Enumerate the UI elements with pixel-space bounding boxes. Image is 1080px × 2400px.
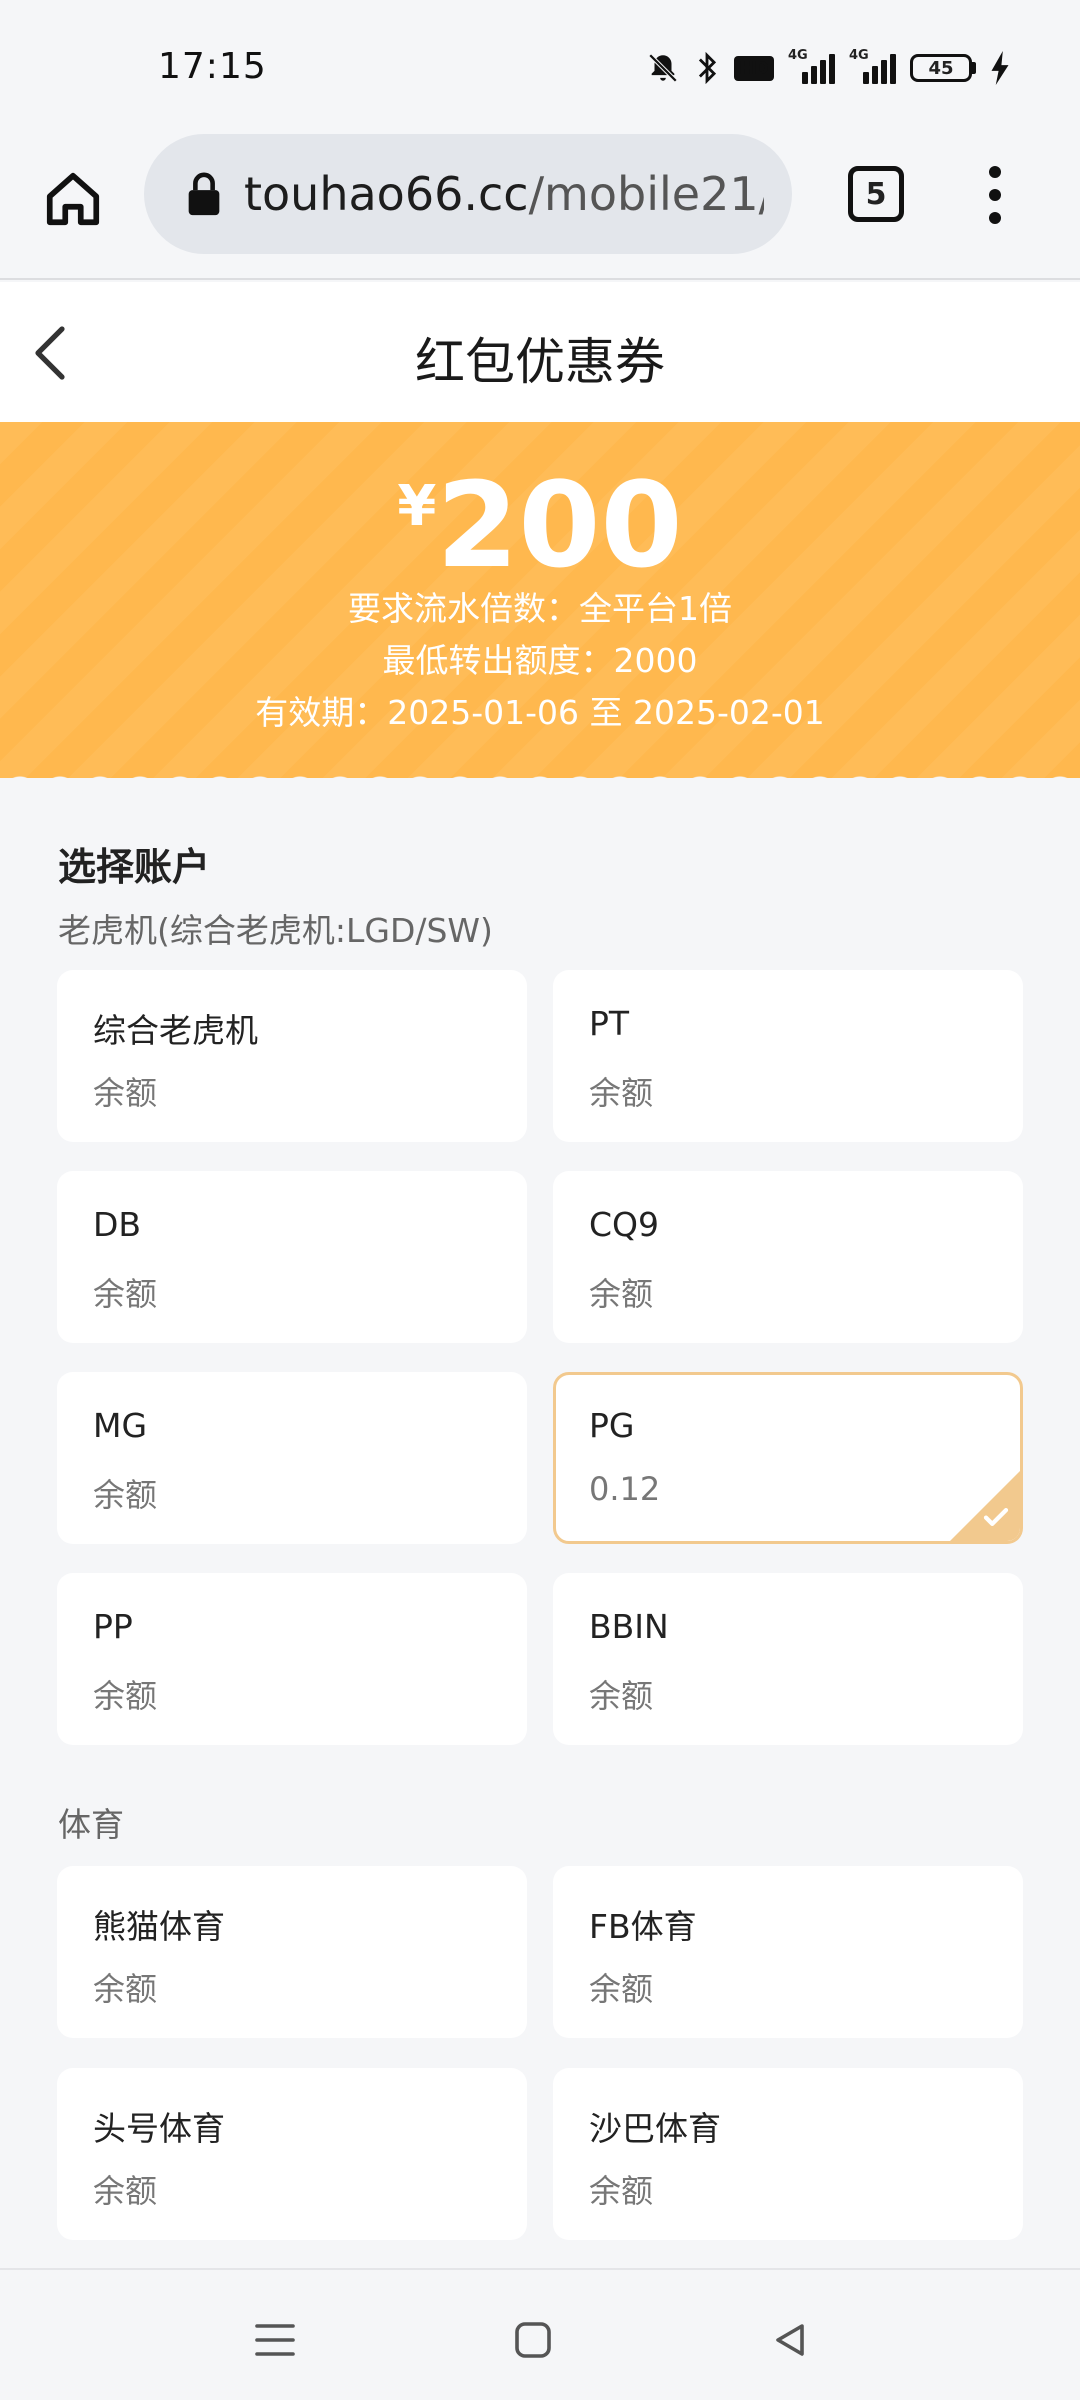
- account-card[interactable]: 熊猫体育 余额: [57, 1866, 527, 2038]
- group-label-sports: 体育: [58, 1805, 124, 1844]
- account-card[interactable]: FB体育 余额: [553, 1866, 1023, 2038]
- account-card[interactable]: 综合老虎机 余额: [57, 970, 527, 1142]
- account-name: 熊猫体育: [93, 1907, 225, 1946]
- status-bar: 17:15 HD 4G 4G 45: [0, 0, 1080, 132]
- account-name: CQ9: [589, 1205, 660, 1244]
- tab-switcher-button[interactable]: 5: [848, 166, 904, 222]
- browser-toolbar: touhao66.cc/mobile21/p 5: [0, 132, 1080, 280]
- home-icon[interactable]: [38, 164, 108, 234]
- more-menu-icon[interactable]: [975, 160, 1015, 230]
- account-name: 综合老虎机: [93, 1011, 258, 1050]
- coupon-scallop-edge: [0, 764, 1080, 794]
- wager-requirement: 要求流水倍数：全平台1倍: [348, 589, 732, 628]
- menu-icon[interactable]: [245, 2310, 305, 2370]
- group-label-slots: 老虎机(综合老虎机:LGD/SW): [58, 911, 493, 950]
- account-card[interactable]: BBIN 余额: [553, 1573, 1023, 1745]
- bluetooth-icon: [694, 51, 720, 85]
- account-balance: 余额: [93, 1970, 158, 2008]
- home-square-icon[interactable]: [503, 2310, 563, 2370]
- account-card[interactable]: CQ9 余额: [553, 1171, 1023, 1343]
- address-bar[interactable]: touhao66.cc/mobile21/p: [144, 134, 792, 254]
- url-path: /mobile21/p: [528, 167, 764, 221]
- account-name: 头号体育: [93, 2109, 225, 2148]
- account-balance: 余额: [93, 1476, 158, 1514]
- section-title: 选择账户: [58, 845, 211, 889]
- account-balance: 余额: [93, 1677, 158, 1715]
- url-text: touhao66.cc/mobile21/p: [244, 167, 764, 221]
- battery-icon: 45: [910, 54, 976, 82]
- coupon-banner: ¥200 要求流水倍数：全平台1倍 最低转出额度：2000 有效期：2025-0…: [0, 422, 1080, 778]
- account-name: 沙巴体育: [589, 2109, 721, 2148]
- account-balance: 余额: [93, 1074, 158, 1112]
- coupon-value: 200: [436, 456, 683, 594]
- system-nav-bar: [0, 2268, 1080, 2400]
- battery-level: 45: [910, 54, 972, 82]
- account-name: BBIN: [589, 1607, 669, 1646]
- coupon-amount: ¥200: [0, 466, 1080, 584]
- checkmark-icon: [980, 1501, 1012, 1533]
- signal-tag: 4G: [788, 48, 808, 63]
- account-card[interactable]: PT 余额: [553, 970, 1023, 1142]
- account-balance: 余额: [93, 2172, 158, 2210]
- page-header: 红包优惠券: [0, 282, 1080, 422]
- account-balance: 余额: [589, 1677, 654, 1715]
- account-card[interactable]: PP 余额: [57, 1573, 527, 1745]
- signal-tag: 4G: [849, 48, 869, 63]
- lock-icon: [184, 169, 224, 219]
- signal-icon: 4G: [788, 48, 835, 84]
- account-name: PP: [93, 1607, 133, 1646]
- back-triangle-icon[interactable]: [760, 2310, 820, 2370]
- account-name: FB体育: [589, 1907, 697, 1946]
- account-balance: 余额: [589, 2172, 654, 2210]
- account-name: DB: [93, 1205, 142, 1244]
- status-icons: HD 4G 4G 45: [646, 48, 1010, 88]
- account-balance: 余额: [589, 1074, 654, 1112]
- currency-symbol: ¥: [397, 474, 437, 539]
- account-balance: 余额: [589, 1275, 654, 1313]
- signal-icon: 4G: [849, 48, 896, 84]
- account-balance: 余额: [93, 1275, 158, 1313]
- account-balance: 余额: [589, 1970, 654, 2008]
- account-name: MG: [93, 1406, 148, 1445]
- account-balance: 0.12: [589, 1470, 661, 1508]
- url-host: touhao66.cc: [244, 167, 529, 221]
- account-card-selected[interactable]: PG 0.12: [553, 1372, 1023, 1544]
- account-card[interactable]: MG 余额: [57, 1372, 527, 1544]
- hd-icon: HD: [733, 55, 774, 81]
- status-time: 17:15: [158, 46, 267, 87]
- account-card[interactable]: 头号体育 余额: [57, 2068, 527, 2240]
- account-name: PG: [589, 1406, 635, 1445]
- account-card[interactable]: 沙巴体育 余额: [553, 2068, 1023, 2240]
- min-transfer: 最低转出额度：2000: [382, 641, 698, 680]
- validity-period: 有效期：2025-01-06 至 2025-02-01: [255, 693, 825, 732]
- page-title: 红包优惠券: [415, 333, 665, 391]
- account-card[interactable]: DB 余额: [57, 1171, 527, 1343]
- account-name: PT: [589, 1004, 630, 1043]
- charging-icon: [990, 51, 1010, 85]
- mute-icon: [646, 51, 680, 85]
